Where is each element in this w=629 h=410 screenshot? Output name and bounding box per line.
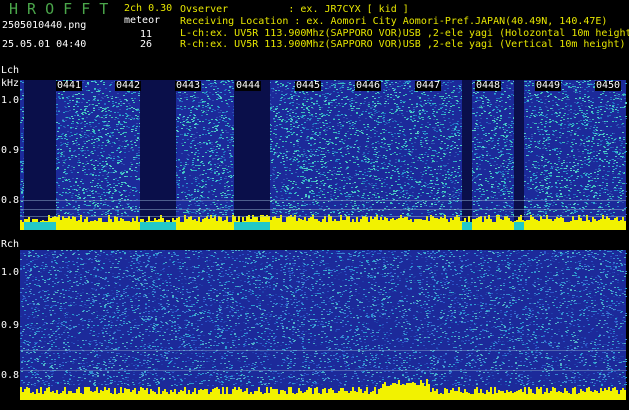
lch-dropout-band [462,80,472,230]
time-label-0446: 0446 [355,80,382,91]
lch-dropout-band [32,80,56,230]
time-label-0441: 0441 [56,80,83,91]
rch-axis-label: Rch [1,239,20,250]
rch-tick-1.0: 1.0 [1,267,20,278]
time-label-0445: 0445 [295,80,322,91]
time-label-0447: 0447 [415,80,442,91]
lch-dropout-band [514,80,524,230]
lch-dropout-band [24,80,32,230]
time-label-0448: 0448 [475,80,502,91]
time-label-0444: 0444 [235,80,262,91]
rch-tick-0.9: 0.9 [1,320,20,331]
lch-dropout-band [234,80,270,230]
rch-tick-0.8: 0.8 [1,370,20,381]
time-label-0449: 0449 [535,80,562,91]
time-label-0443: 0443 [175,80,202,91]
lch-tick-0.9: 0.9 [1,145,20,156]
lch-axis-label: Lch [1,65,20,76]
lch-spectrogram [20,80,627,230]
lch-unit-label: kHz [1,78,20,89]
lch-dropout-band [140,80,168,230]
time-label-0442: 0442 [115,80,142,91]
lch-tick-0.8: 0.8 [1,195,20,206]
spectrogram-area [20,80,627,400]
time-label-0450: 0450 [595,80,622,91]
rch-spectrogram [20,250,627,400]
lch-dropout-band [168,80,176,230]
lch-tick-1.0: 1.0 [1,95,20,106]
